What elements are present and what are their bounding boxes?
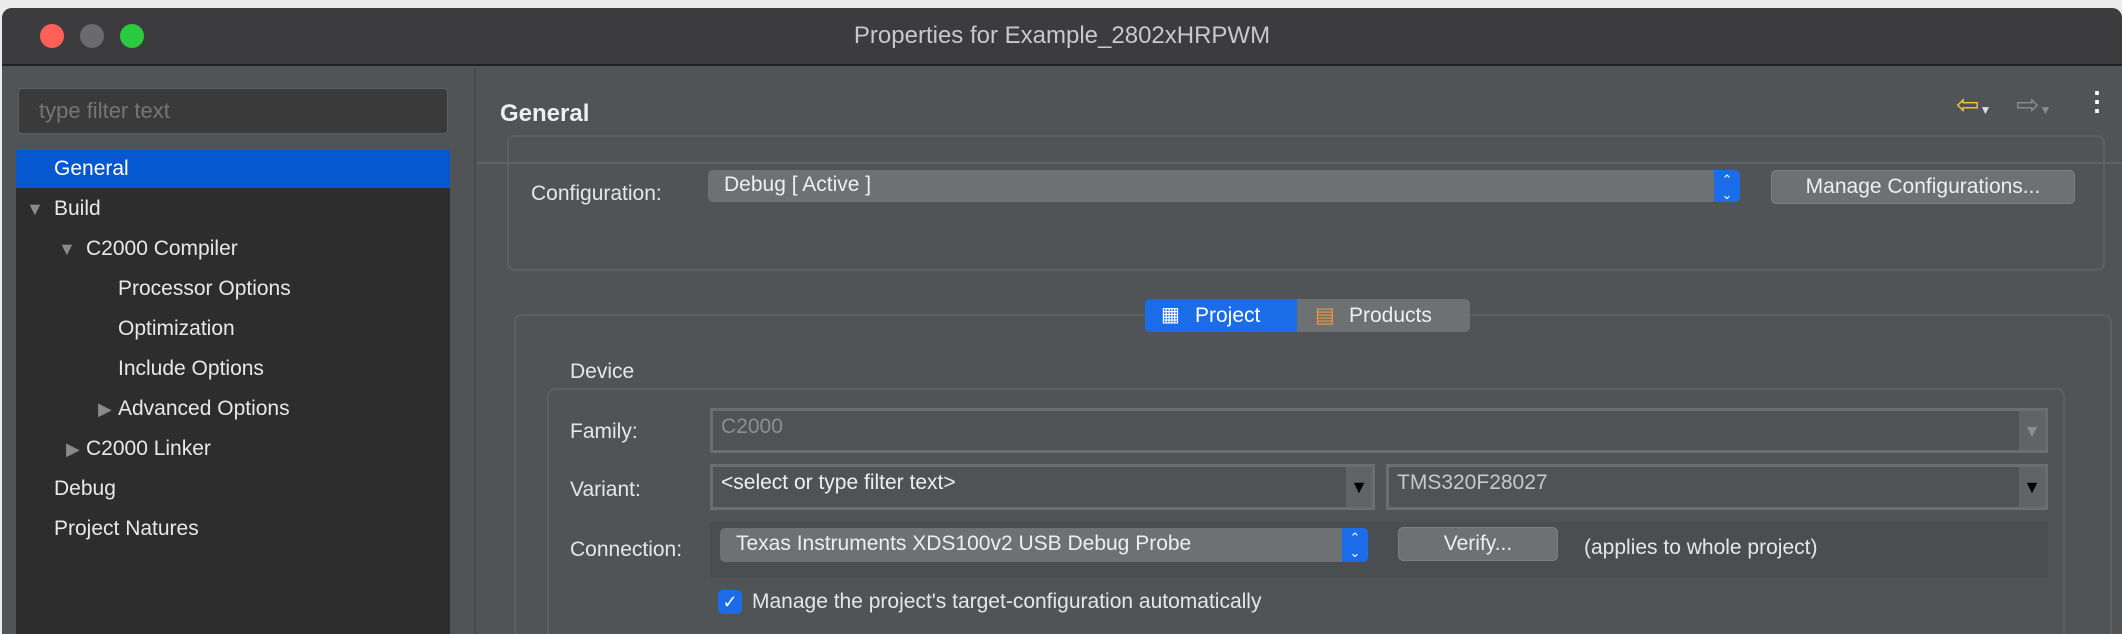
view-menu-icon[interactable]: ⋮ <box>2084 86 2110 117</box>
configuration-label: Configuration: <box>531 182 662 205</box>
connection-label: Connection: <box>570 538 683 561</box>
variant-filter-text: <select or type filter text> <box>721 471 956 494</box>
project-icon: ▦ <box>1161 304 1180 326</box>
tree-item-label: Include Options <box>118 357 264 380</box>
property-tree: General ▼ Build ▼ C2000 Compiler Processor… <box>16 150 450 634</box>
page-title: General <box>500 100 590 127</box>
verify-button[interactable]: Verify... <box>1398 527 1558 561</box>
expanded-triangle-icon[interactable]: ▼ <box>58 230 76 268</box>
forward-arrow-icon[interactable]: ⇨▼ <box>2016 88 2051 121</box>
tree-item-build[interactable]: ▼ Build <box>16 190 450 228</box>
tab-label: Project <box>1195 304 1261 327</box>
tree-item-label: General <box>54 157 129 180</box>
connection-value: Texas Instruments XDS100v2 USB Debug Pro… <box>736 532 1192 555</box>
tree-item-label: C2000 Compiler <box>86 237 238 260</box>
configuration-group: Configuration: Debug [ Active ] ⌃ ⌄ Manage… <box>507 135 2105 271</box>
family-value: C2000 <box>721 415 783 438</box>
select-stepper-icon: ⌃ ⌄ <box>1342 528 1368 562</box>
tree-item-c2000-linker[interactable]: ▶ C2000 Linker <box>16 430 450 468</box>
tab-project[interactable]: ▦ Project <box>1145 299 1297 332</box>
title-bar: Properties for Example_2802xHRPWM <box>2 8 2122 66</box>
tree-item-label: Optimization <box>118 317 235 340</box>
tab-label: Products <box>1349 304 1432 327</box>
sidebar: General ▼ Build ▼ C2000 Compiler Processor… <box>2 68 476 634</box>
window-title: Properties for Example_2802xHRPWM <box>853 22 1271 49</box>
tree-item-label: Build <box>54 197 101 220</box>
family-select[interactable]: C2000 ▼ <box>710 408 2048 453</box>
configuration-value: Debug [ Active ] <box>724 173 872 196</box>
family-label: Family: <box>570 420 638 443</box>
tree-item-include-options[interactable]: Include Options <box>16 350 450 388</box>
manage-configurations-button[interactable]: Manage Configurations... <box>1771 170 2075 204</box>
manage-target-config-label: Manage the project's target-configuratio… <box>752 590 1262 613</box>
connection-select[interactable]: Texas Instruments XDS100v2 USB Debug Pro… <box>720 528 1368 562</box>
expanded-triangle-icon[interactable]: ▼ <box>26 190 44 228</box>
configuration-select[interactable]: Debug [ Active ] ⌃ ⌄ <box>708 170 1740 202</box>
tab-bar: ▦ Project ▤ Products <box>1145 299 1470 332</box>
properties-window: Properties for Example_2802xHRPWM Genera… <box>2 8 2122 634</box>
applies-note: (applies to whole project) <box>1584 536 1818 559</box>
tree-item-label: Project Natures <box>54 517 199 540</box>
tree-item-optimization[interactable]: Optimization <box>16 310 450 348</box>
variant-value: TMS320F28027 <box>1397 471 1548 494</box>
dropdown-arrow-icon: ▼ <box>2019 467 2045 507</box>
tree-item-label: C2000 Linker <box>86 437 211 460</box>
tree-item-general[interactable]: General <box>16 150 450 188</box>
variant-filter-select[interactable]: <select or type filter text> ▼ <box>710 464 1375 510</box>
select-stepper-icon: ⌃ ⌄ <box>1714 170 1740 202</box>
tree-item-project-natures[interactable]: Project Natures <box>16 510 450 548</box>
filter-input[interactable] <box>18 88 448 134</box>
dropdown-arrow-icon: ▼ <box>1346 467 1372 507</box>
tab-products[interactable]: ▤ Products <box>1297 299 1470 332</box>
tree-item-label: Processor Options <box>118 277 291 300</box>
dropdown-arrow-icon: ▼ <box>2019 411 2045 450</box>
tree-item-label: Advanced Options <box>118 397 290 420</box>
back-arrow-icon[interactable]: ⇦▼ <box>1956 88 1991 121</box>
products-icon: ▤ <box>1315 304 1335 327</box>
device-group-label: Device <box>570 360 635 383</box>
variant-select[interactable]: TMS320F28027 ▼ <box>1386 464 2048 510</box>
collapsed-triangle-icon[interactable]: ▶ <box>98 390 112 428</box>
tree-item-debug[interactable]: Debug <box>16 470 450 508</box>
variant-label: Variant: <box>570 478 641 501</box>
manage-target-config-checkbox[interactable]: ✓ <box>718 590 742 614</box>
collapsed-triangle-icon[interactable]: ▶ <box>66 430 80 468</box>
tree-item-label: Debug <box>54 477 116 500</box>
tree-item-advanced-options[interactable]: ▶ Advanced Options <box>16 390 450 428</box>
tree-item-processor-options[interactable]: Processor Options <box>16 270 450 308</box>
tree-item-c2000-compiler[interactable]: ▼ C2000 Compiler <box>16 230 450 268</box>
